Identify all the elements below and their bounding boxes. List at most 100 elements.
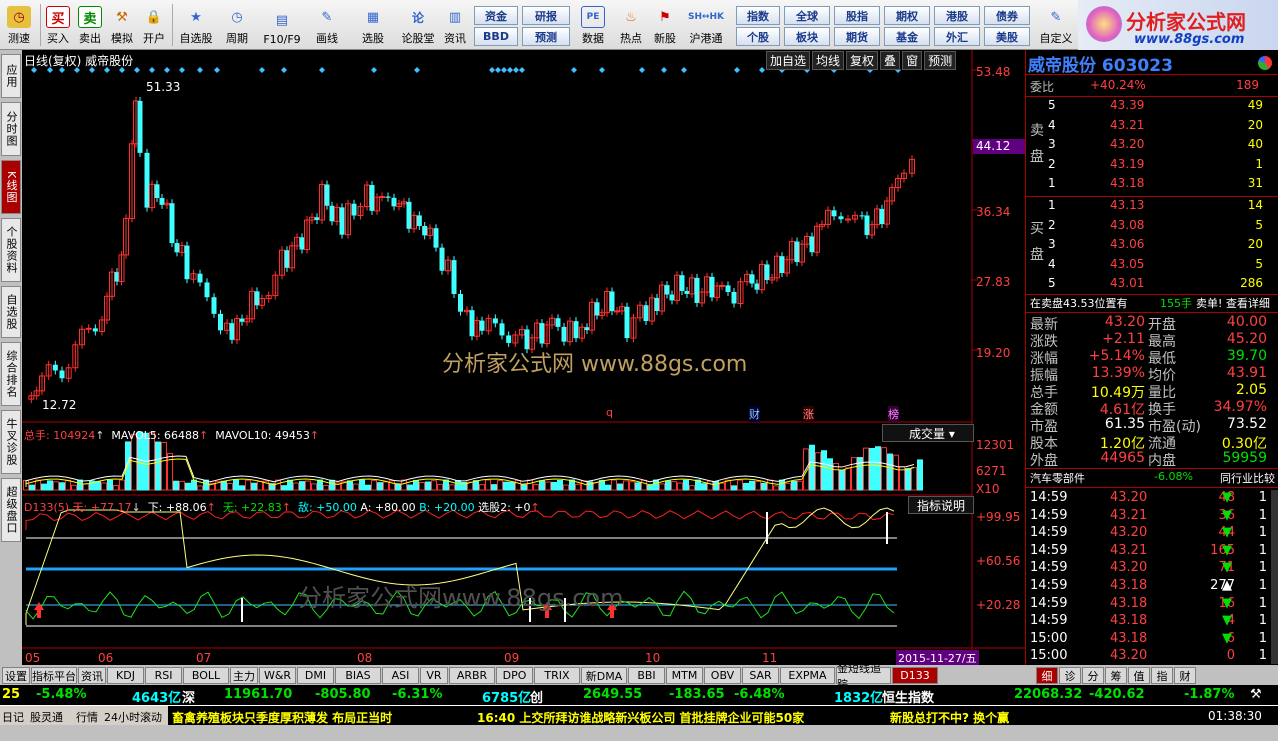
ask-row[interactable]: 1 43.18 31 xyxy=(1026,176,1278,193)
options-button[interactable]: 期权 xyxy=(884,6,930,25)
stock-picker-button[interactable]: ▦ 选股 xyxy=(356,2,390,48)
tab-stock-profile[interactable]: 个股资料 xyxy=(1,218,21,282)
indicator-tab[interactable]: 设置 xyxy=(2,667,30,684)
indicator-tab[interactable]: BIAS xyxy=(335,667,381,684)
status-tab-news[interactable]: 24小时滚动 xyxy=(104,709,162,725)
news-3[interactable]: 新股总打不中? 换个赢 xyxy=(890,709,1009,726)
indicator-help-button[interactable]: 指标说明 xyxy=(908,496,974,514)
forecast-button[interactable]: 预测 xyxy=(522,27,570,46)
hotspot-button[interactable]: ♨ 热点 xyxy=(614,2,648,48)
tab-apps[interactable]: 应用 xyxy=(1,54,21,98)
news-1[interactable]: 畜禽养殖板块只季度厚积薄发 布局正当时 xyxy=(172,709,392,726)
tab-diagnosis[interactable]: 牛叉诊股 xyxy=(1,410,21,474)
ask-row[interactable]: 3 43.20 40 xyxy=(1026,137,1278,154)
pie-icon[interactable] xyxy=(1258,56,1272,70)
indicator-tab[interactable]: DPO xyxy=(496,667,533,684)
status-tab-diary[interactable]: 日记 xyxy=(2,709,24,725)
sell-button[interactable]: 卖卖出 xyxy=(76,2,104,48)
indicator-tab[interactable]: W&R xyxy=(259,667,296,684)
futures-button[interactable]: 期货 xyxy=(834,27,880,46)
panel-tab[interactable]: 筹 xyxy=(1105,667,1127,684)
panel-tab[interactable]: 细 xyxy=(1036,667,1058,684)
indicator-tab[interactable]: OBV xyxy=(704,667,741,684)
simulate-button[interactable]: ⚒ 模拟 xyxy=(108,2,136,48)
tab-ranking[interactable]: 综合排名 xyxy=(1,342,21,406)
hk-stocks-button[interactable]: 港股 xyxy=(934,6,980,25)
news-button[interactable]: ▥ 资讯 xyxy=(440,2,470,48)
order-info-row[interactable]: 在卖盘43.53位置有 155手 卖单! 查看详细 xyxy=(1026,295,1278,312)
open-account-button[interactable]: 🔒 开户 xyxy=(140,2,168,48)
period-button[interactable]: ◷ 周期 xyxy=(220,2,254,48)
indicator-tab[interactable]: TRIX xyxy=(534,667,580,684)
ask-row[interactable]: 2 43.19 1 xyxy=(1026,157,1278,174)
indicator-tab[interactable]: 资讯 xyxy=(78,667,106,684)
bbd-button[interactable]: BBD xyxy=(474,27,518,46)
indicator-tab[interactable]: RSI xyxy=(145,667,182,684)
indicator-tab[interactable]: ARBR xyxy=(449,667,495,684)
panel-tab[interactable]: 诊 xyxy=(1059,667,1081,684)
industry-row[interactable]: 汽车零部件 -6.08% 同行业比较 xyxy=(1026,470,1278,487)
speedtest-button[interactable]: ◷ 测速 xyxy=(2,2,36,48)
funds-button[interactable]: 基金 xyxy=(884,27,930,46)
kline-chart-area[interactable]: 日线(复权) 威帝股份 加自选 均线 复权 叠 窗 预测 53.48 36.34… xyxy=(22,50,1027,666)
draw-line-button[interactable]: ✎ 画线 xyxy=(310,2,344,48)
research-button[interactable]: 研报 xyxy=(522,6,570,25)
data-button[interactable]: PE 数据 xyxy=(576,2,610,48)
indicator-tab[interactable]: MTM xyxy=(666,667,703,684)
indicator-tab[interactable]: 主力 xyxy=(230,667,258,684)
overlay-button[interactable]: 叠 xyxy=(880,51,901,70)
bid-row[interactable]: 5 43.01 286 xyxy=(1026,276,1278,293)
hk-connect-button[interactable]: SH↔HK 沪港通 xyxy=(684,2,728,48)
indicator-tab[interactable]: D133 xyxy=(892,667,938,684)
indicator-tab[interactable]: DMI xyxy=(297,667,334,684)
index-button[interactable]: 指数 xyxy=(736,6,780,25)
window-button[interactable]: 窗 xyxy=(902,51,923,70)
panel-tab[interactable]: 指 xyxy=(1151,667,1173,684)
tab-kline[interactable]: K线图 xyxy=(1,160,21,214)
ask-row[interactable]: 5 43.39 49 xyxy=(1026,98,1278,115)
bonds-button[interactable]: 债券 xyxy=(984,6,1030,25)
bid-row[interactable]: 1 43.13 14 xyxy=(1026,198,1278,215)
bid-row[interactable]: 3 43.06 20 xyxy=(1026,237,1278,254)
custom-button[interactable]: ✎ 自定义 xyxy=(1036,2,1076,48)
forex-button[interactable]: 外汇 xyxy=(934,27,980,46)
settings-icon[interactable]: ⚒ xyxy=(1250,687,1262,702)
indicator-tab[interactable]: KDJ xyxy=(107,667,144,684)
indicator-tab[interactable]: BBI xyxy=(628,667,665,684)
ma-button[interactable]: 均线 xyxy=(812,51,845,70)
tab-intraday[interactable]: 分时图 xyxy=(1,102,21,156)
indicator-tab[interactable]: SAR xyxy=(742,667,779,684)
panel-tab[interactable]: 财 xyxy=(1174,667,1196,684)
indicator-tab[interactable]: VR xyxy=(420,667,448,684)
ask-row[interactable]: 4 43.21 20 xyxy=(1026,118,1278,135)
us-stocks-button[interactable]: 美股 xyxy=(984,27,1030,46)
bid-row[interactable]: 2 43.08 5 xyxy=(1026,218,1278,235)
indicator-tab[interactable]: EXPMA xyxy=(780,667,835,684)
capital-button[interactable]: 资金 xyxy=(474,6,518,25)
volume-indicator-select[interactable]: 成交量 ▾ xyxy=(882,424,974,442)
bid-row[interactable]: 4 43.05 5 xyxy=(1026,257,1278,274)
tab-watchlist[interactable]: 自选股 xyxy=(1,286,21,338)
indicator-tab[interactable]: 新DMA xyxy=(581,667,627,684)
global-button[interactable]: 全球 xyxy=(784,6,830,25)
news-2[interactable]: 16:40 上交所拜访谁战略新兴板公司 首批挂牌企业可能50家 xyxy=(477,709,804,726)
buy-button[interactable]: 买买入 xyxy=(44,2,72,48)
sector-button[interactable]: 板块 xyxy=(784,27,830,46)
predict-button[interactable]: 预测 xyxy=(924,51,957,70)
adjust-button[interactable]: 复权 xyxy=(846,51,879,70)
stock-index-futures-button[interactable]: 股指 xyxy=(834,6,880,25)
tab-super-book[interactable]: 超级盘口 xyxy=(1,478,21,542)
f10-button[interactable]: ▤ F10/F9 xyxy=(260,2,304,48)
forum-button[interactable]: 论论股堂 xyxy=(398,2,438,48)
indicator-tab[interactable]: 指标平台 xyxy=(31,667,77,684)
indicator-tab[interactable]: 金短线追踪 xyxy=(836,662,891,691)
panel-tab[interactable]: 分 xyxy=(1082,667,1104,684)
indicator-tab[interactable]: BOLL xyxy=(183,667,229,684)
status-tab-glt[interactable]: 股灵通 xyxy=(30,709,63,725)
indicator-tab[interactable]: ASI xyxy=(382,667,419,684)
panel-tab[interactable]: 值 xyxy=(1128,667,1150,684)
ipo-button[interactable]: ⚑ 新股 xyxy=(650,2,680,48)
status-tab-quote[interactable]: 行情 xyxy=(76,709,98,725)
add-watch-button[interactable]: 加自选 xyxy=(766,51,811,70)
watchlist-button[interactable]: ★ 自选股 xyxy=(176,2,216,48)
